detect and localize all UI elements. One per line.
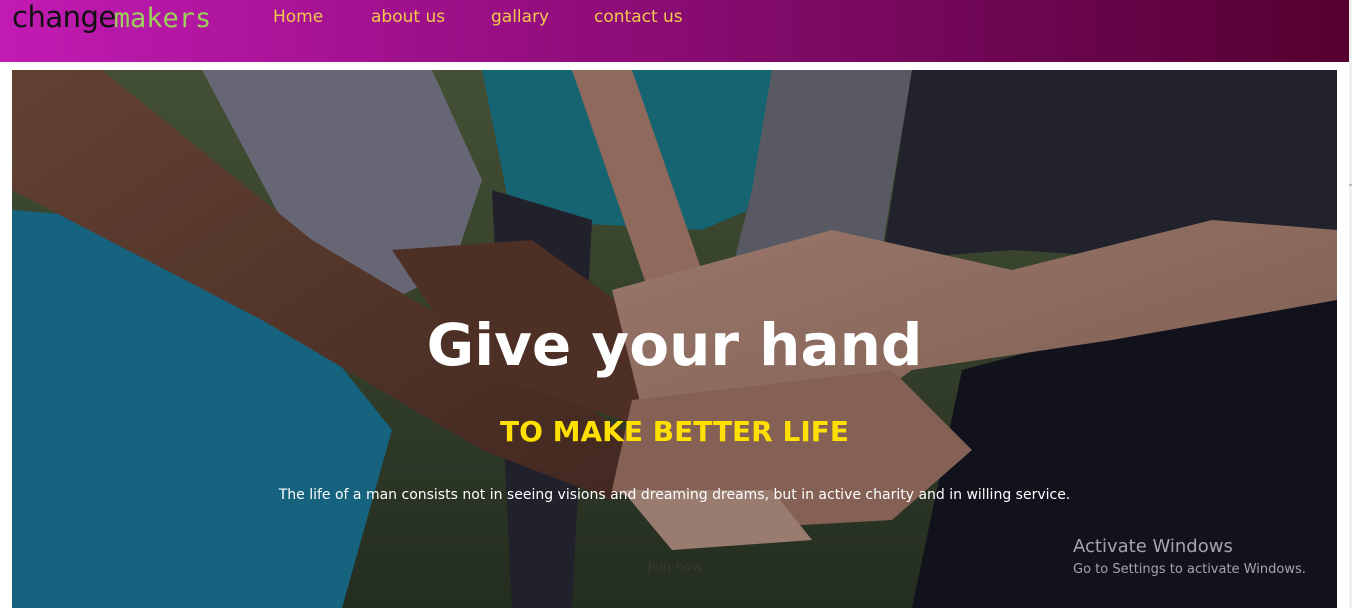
windows-activation-watermark: Activate Windows Go to Settings to activ… [1073,536,1306,580]
brand-logo-part-makers: makers [113,3,212,34]
hero-quote: The life of a man consists not in seeing… [278,487,1071,503]
watermark-title: Activate Windows [1073,536,1233,557]
nav-link-gallary[interactable]: gallary [491,6,549,28]
hero-banner: Give your hand TO MAKE BETTER LIFE The l… [12,70,1337,608]
brand-logo-part-change: change [12,0,116,34]
brand-logo[interactable]: changemakers [12,0,211,42]
hero-title: Give your hand [426,311,923,379]
top-navbar: changemakers Home about us gallary conta… [0,0,1349,62]
hero-subtitle: TO MAKE BETTER LIFE [499,415,849,448]
join-now-button[interactable]: Join now [634,556,716,580]
nav-link-contact-us[interactable]: contact us [594,6,683,28]
nav-link-about-us[interactable]: about us [371,6,445,28]
watermark-subtitle: Go to Settings to activate Windows. [1073,562,1306,577]
nav-link-home[interactable]: Home [273,6,323,28]
